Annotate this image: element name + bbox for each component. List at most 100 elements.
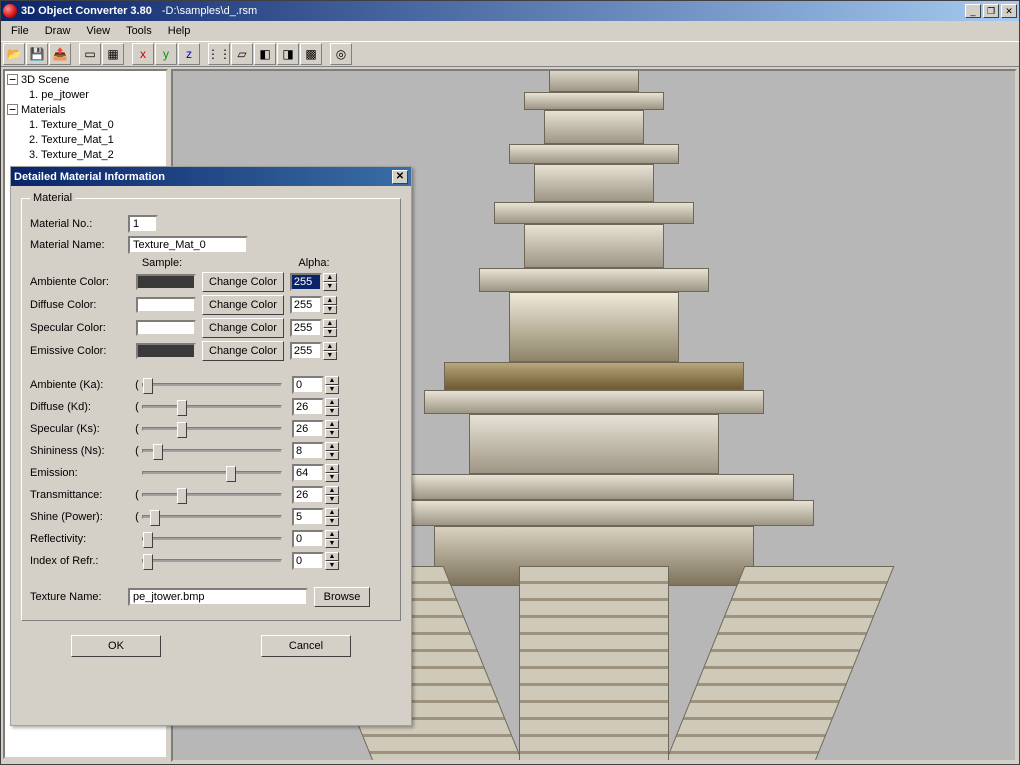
kd-slider-thumb[interactable] <box>177 400 187 416</box>
spin-down-icon[interactable]: ▼ <box>323 282 337 291</box>
spin-up-icon[interactable]: ▲ <box>323 319 337 328</box>
spin-up-icon[interactable]: ▲ <box>325 376 339 385</box>
spin-up-icon[interactable]: ▲ <box>323 342 337 351</box>
spin-up-icon[interactable]: ▲ <box>323 296 337 305</box>
tr-slider[interactable] <box>142 493 282 497</box>
material-no-input[interactable] <box>128 215 158 233</box>
sp-slider-thumb[interactable] <box>150 510 160 526</box>
emissive-color-swatch[interactable] <box>136 343 196 359</box>
ka-slider[interactable] <box>142 383 282 387</box>
menu-tools[interactable]: Tools <box>118 23 160 39</box>
specular-alpha-input[interactable] <box>290 319 322 337</box>
points-icon[interactable]: ⋮⋮ <box>208 43 230 65</box>
spin-down-icon[interactable]: ▼ <box>323 305 337 314</box>
ir-spinner[interactable]: ▲▼ <box>292 552 339 570</box>
diffuse-alpha-input[interactable] <box>290 296 322 314</box>
ambient-change-color-button[interactable]: Change Color <box>202 272 284 292</box>
tree-materials[interactable]: Materials <box>21 104 66 116</box>
spin-up-icon[interactable]: ▲ <box>325 398 339 407</box>
dialog-title-bar[interactable]: Detailed Material Information ✕ <box>11 167 411 186</box>
material-name-input[interactable] <box>128 236 248 254</box>
spin-down-icon[interactable]: ▼ <box>325 451 339 460</box>
menu-view[interactable]: View <box>78 23 118 39</box>
kd-slider[interactable] <box>142 405 282 409</box>
diffuse-color-swatch[interactable] <box>136 297 196 313</box>
open-icon[interactable]: 📂 <box>3 43 25 65</box>
diffuse-change-color-button[interactable]: Change Color <box>202 295 284 315</box>
kd-spinner[interactable]: ▲▼ <box>292 398 339 416</box>
diffuse-alpha-spinner[interactable]: ▲▼ <box>290 296 337 314</box>
tr-slider-thumb[interactable] <box>177 488 187 504</box>
spin-down-icon[interactable]: ▼ <box>325 407 339 416</box>
dialog-close-button[interactable]: ✕ <box>392 170 408 184</box>
rf-value-input[interactable] <box>292 530 324 548</box>
ks-spinner[interactable]: ▲▼ <box>292 420 339 438</box>
em-slider-thumb[interactable] <box>226 466 236 482</box>
tree-item-material[interactable]: 1. Texture_Mat_0 <box>7 118 164 133</box>
ambient-alpha-input[interactable] <box>290 273 322 291</box>
ks-slider-thumb[interactable] <box>177 422 187 438</box>
spin-down-icon[interactable]: ▼ <box>325 517 339 526</box>
emissive-change-color-button[interactable]: Change Color <box>202 341 284 361</box>
spin-down-icon[interactable]: ▼ <box>325 473 339 482</box>
flat-icon[interactable]: ◧ <box>254 43 276 65</box>
em-spinner[interactable]: ▲▼ <box>292 464 339 482</box>
ka-value-input[interactable] <box>292 376 324 394</box>
spin-down-icon[interactable]: ▼ <box>323 351 337 360</box>
specular-color-swatch[interactable] <box>136 320 196 336</box>
ns-value-input[interactable] <box>292 442 324 460</box>
emissive-alpha-input[interactable] <box>290 342 322 360</box>
browse-button[interactable]: Browse <box>314 587 370 607</box>
texture-name-input[interactable] <box>128 588 308 606</box>
close-button[interactable]: ✕ <box>1001 4 1017 18</box>
ka-slider-thumb[interactable] <box>143 378 153 394</box>
view1-icon[interactable]: ▭ <box>79 43 101 65</box>
ns-slider-thumb[interactable] <box>153 444 163 460</box>
spin-up-icon[interactable]: ▲ <box>325 508 339 517</box>
collapse-icon[interactable]: − <box>7 104 18 115</box>
minimize-button[interactable]: _ <box>965 4 981 18</box>
em-slider[interactable] <box>142 471 282 475</box>
axis-y-icon[interactable]: y <box>155 43 177 65</box>
axis-z-icon[interactable]: z <box>178 43 200 65</box>
spin-up-icon[interactable]: ▲ <box>325 442 339 451</box>
ok-button[interactable]: OK <box>71 635 161 657</box>
spin-down-icon[interactable]: ▼ <box>323 328 337 337</box>
sp-slider[interactable] <box>142 515 282 519</box>
wire-icon[interactable]: ▱ <box>231 43 253 65</box>
spin-up-icon[interactable]: ▲ <box>325 552 339 561</box>
rf-slider-thumb[interactable] <box>143 532 153 548</box>
spin-down-icon[interactable]: ▼ <box>325 385 339 394</box>
save-icon[interactable]: 💾 <box>26 43 48 65</box>
spin-up-icon[interactable]: ▲ <box>325 464 339 473</box>
export-icon[interactable]: 📤 <box>49 43 71 65</box>
spin-down-icon[interactable]: ▼ <box>325 561 339 570</box>
info-icon[interactable]: ◎ <box>330 43 352 65</box>
ns-slider[interactable] <box>142 449 282 453</box>
collapse-icon[interactable]: − <box>7 74 18 85</box>
ir-slider-thumb[interactable] <box>143 554 153 570</box>
spin-down-icon[interactable]: ▼ <box>325 539 339 548</box>
ir-slider[interactable] <box>142 559 282 563</box>
sp-spinner[interactable]: ▲▼ <box>292 508 339 526</box>
specular-change-color-button[interactable]: Change Color <box>202 318 284 338</box>
menu-file[interactable]: File <box>3 23 37 39</box>
ks-value-input[interactable] <box>292 420 324 438</box>
ks-slider[interactable] <box>142 427 282 431</box>
ambient-alpha-spinner[interactable]: ▲▼ <box>290 273 337 291</box>
spin-up-icon[interactable]: ▲ <box>325 486 339 495</box>
rf-slider[interactable] <box>142 537 282 541</box>
smooth-icon[interactable]: ◨ <box>277 43 299 65</box>
tree-item-material[interactable]: 3. Texture_Mat_2 <box>7 148 164 163</box>
cancel-button[interactable]: Cancel <box>261 635 351 657</box>
menu-draw[interactable]: Draw <box>37 23 79 39</box>
maximize-button[interactable]: ❐ <box>983 4 999 18</box>
ns-spinner[interactable]: ▲▼ <box>292 442 339 460</box>
spin-up-icon[interactable]: ▲ <box>323 273 337 282</box>
tr-value-input[interactable] <box>292 486 324 504</box>
tex-icon[interactable]: ▩ <box>300 43 322 65</box>
rf-spinner[interactable]: ▲▼ <box>292 530 339 548</box>
spin-up-icon[interactable]: ▲ <box>325 530 339 539</box>
ir-value-input[interactable] <box>292 552 324 570</box>
kd-value-input[interactable] <box>292 398 324 416</box>
